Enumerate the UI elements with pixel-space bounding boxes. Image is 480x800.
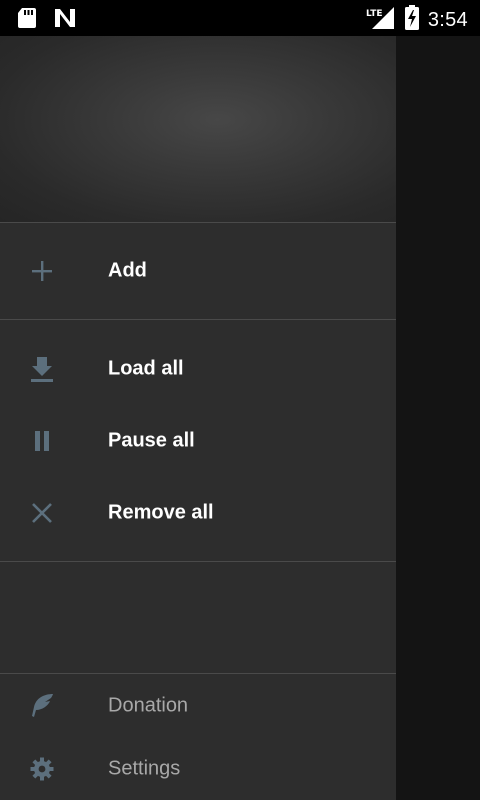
menu-item-pause-all[interactable]: Pause all [0,405,396,477]
divider [0,222,396,223]
status-time: 3:54 [427,9,468,31]
menu-item-label: Settings [108,757,181,780]
svg-text:LTE: LTE [366,9,383,19]
menu-item-donation[interactable]: Donation [0,670,396,742]
pause-icon [27,426,57,456]
menu-item-label: Pause all [108,429,195,452]
menu-item-remove-all[interactable]: Remove all [0,477,396,549]
battery-charging-icon [404,5,420,36]
menu-item-add[interactable]: Add [0,235,396,307]
sd-card-icon [17,7,37,34]
divider [0,319,396,320]
plus-icon [27,256,57,286]
screen: LTE 3:54 Add Load all Pause all Remove a… [0,0,480,800]
menu-item-load-all[interactable]: Load all [0,333,396,405]
content-scrim[interactable] [396,36,480,800]
divider [0,561,396,562]
n-notification-icon [53,7,77,34]
lte-signal-icon: LTE [366,5,396,36]
close-icon [27,498,57,528]
download-icon [27,354,57,384]
menu-item-label: Remove all [108,501,214,524]
menu-item-label: Add [108,259,147,282]
feather-icon [27,691,57,721]
gear-icon [27,754,57,784]
menu-item-settings[interactable]: Settings [0,733,396,800]
menu-item-label: Donation [108,694,189,717]
menu-item-label: Load all [108,357,184,380]
status-bar: LTE 3:54 [0,0,480,36]
drawer-header [0,36,396,222]
navigation-drawer: Add Load all Pause all Remove all Donati… [0,36,396,800]
